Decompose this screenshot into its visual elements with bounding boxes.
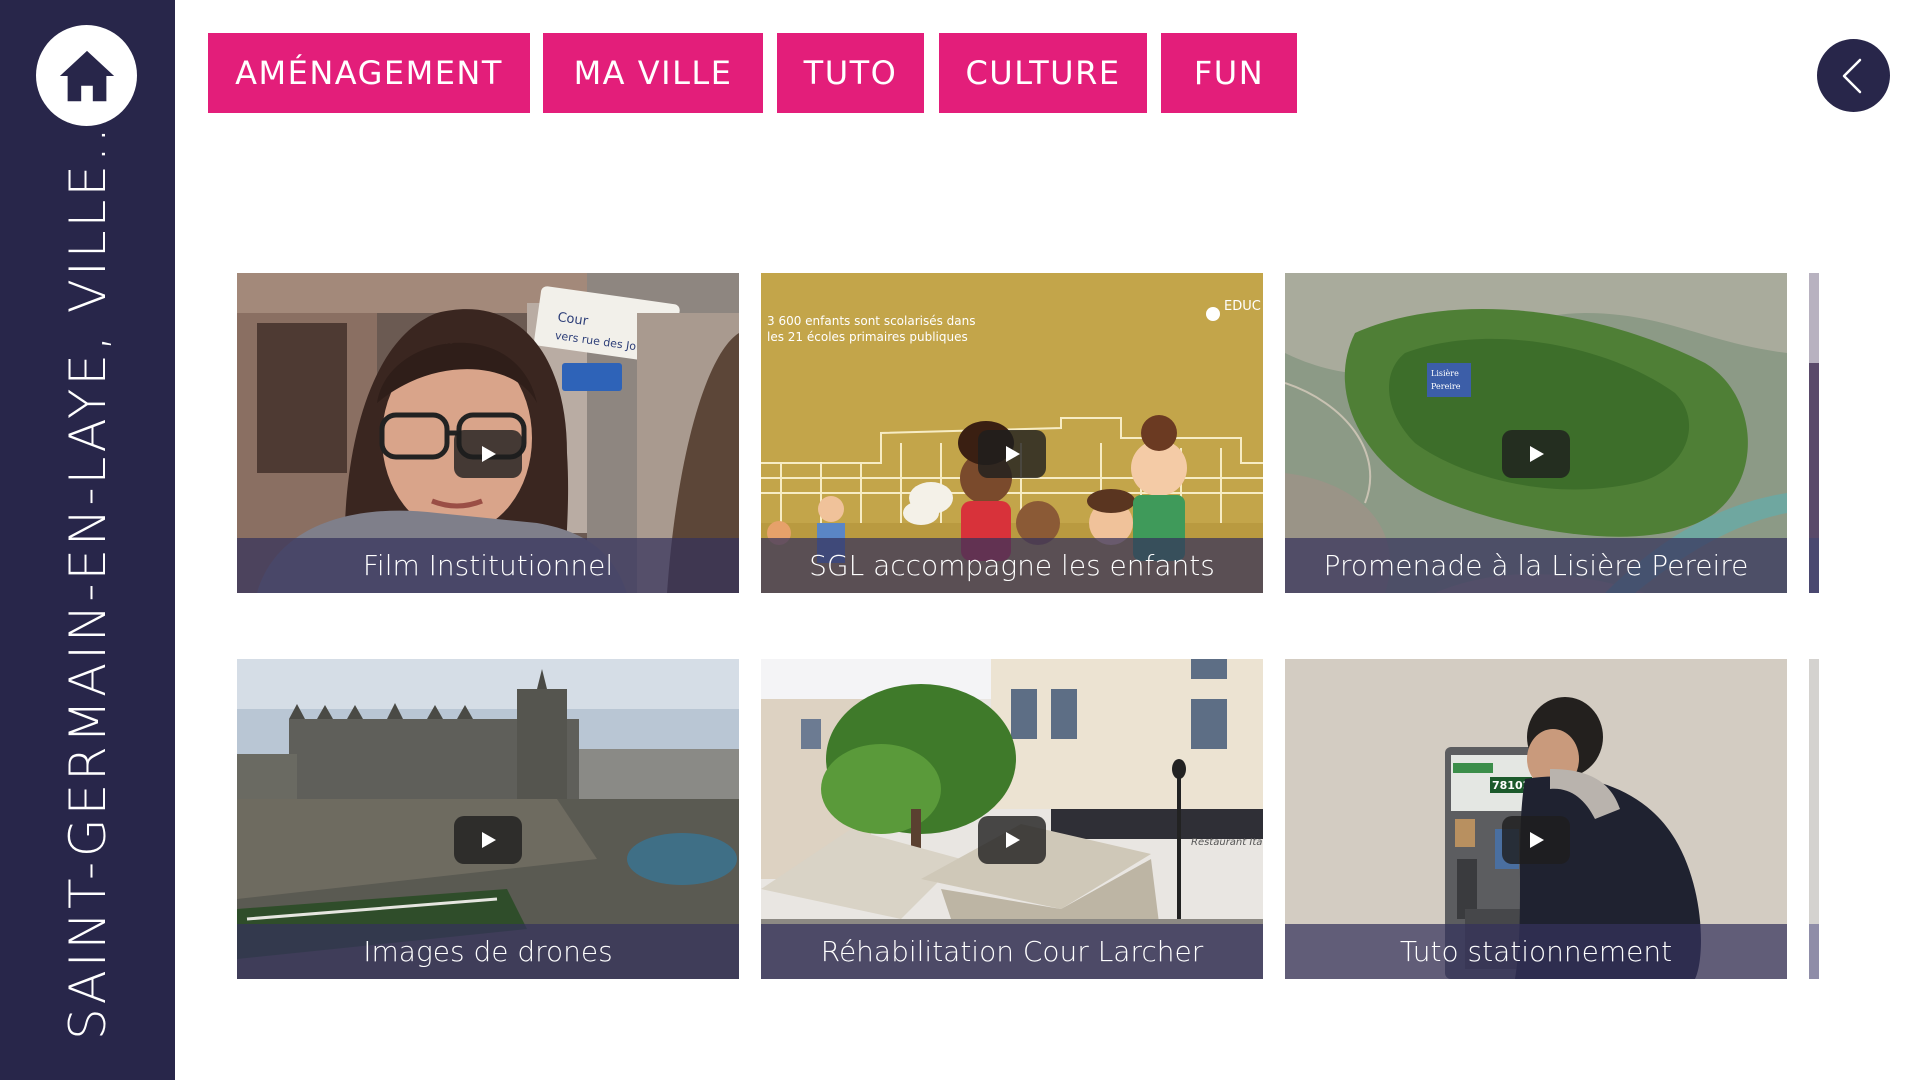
back-button[interactable] xyxy=(1817,39,1890,112)
sidebar-title: SAINT-GERMAIN-EN-LAYE, VILLE... xyxy=(59,105,117,1040)
tab-tuto[interactable]: TUTO xyxy=(777,33,924,113)
sidebar-title-container: SAINT-GERMAIN-EN-LAYE, VILLE... xyxy=(0,0,175,1080)
thumb-sign-text: Restaurant Ita xyxy=(1191,837,1262,848)
video-card[interactable]: Restaurant Ita Réhabilitation Cour Larch… xyxy=(761,659,1263,979)
next-card-peek[interactable] xyxy=(1809,273,1819,593)
thumb-infographic-text: 3 600 enfants sont scolarisés dans xyxy=(767,314,976,328)
play-icon xyxy=(1006,446,1020,462)
app-root: SAINT-GERMAIN-EN-LAYE, VILLE... AMÉNAGEM… xyxy=(0,0,1920,1080)
video-title: SGL accompagne les enfants xyxy=(761,538,1263,593)
play-button[interactable] xyxy=(1502,430,1570,478)
video-title: Réhabilitation Cour Larcher xyxy=(761,924,1263,979)
video-card[interactable]: Lisière Pereire Promenade à la Lisière P… xyxy=(1285,273,1787,593)
thumb-map-label: Pereire xyxy=(1431,382,1461,391)
tab-amenagement[interactable]: AMÉNAGEMENT xyxy=(208,33,530,113)
play-icon xyxy=(1530,446,1544,462)
play-button[interactable] xyxy=(978,430,1046,478)
play-button[interactable] xyxy=(454,430,522,478)
play-icon xyxy=(482,832,496,848)
thumb-map-label: Lisière xyxy=(1431,369,1459,378)
video-card[interactable]: Images de drones xyxy=(237,659,739,979)
tab-culture[interactable]: CULTURE xyxy=(939,33,1147,113)
video-card[interactable]: Cour vers rue des Jo Film Institutionnel xyxy=(237,273,739,593)
video-title: Tuto stationnement xyxy=(1285,924,1787,979)
next-card-peek[interactable] xyxy=(1809,659,1819,979)
play-button[interactable] xyxy=(1502,816,1570,864)
tab-ma-ville[interactable]: MA VILLE xyxy=(543,33,763,113)
video-title: Film Institutionnel xyxy=(237,538,739,593)
play-icon xyxy=(1006,832,1020,848)
play-icon xyxy=(482,446,496,462)
sidebar: SAINT-GERMAIN-EN-LAYE, VILLE... xyxy=(0,0,175,1080)
chevron-left-icon xyxy=(1842,58,1861,93)
video-title: Images de drones xyxy=(237,924,739,979)
video-card[interactable]: 3 600 enfants sont scolarisés dans les 2… xyxy=(761,273,1263,593)
thumb-corner-text: EDUC xyxy=(1224,299,1261,314)
video-title: Promenade à la Lisière Pereire xyxy=(1285,538,1787,593)
play-button[interactable] xyxy=(978,816,1046,864)
tab-fun[interactable]: FUN xyxy=(1161,33,1297,113)
play-button[interactable] xyxy=(454,816,522,864)
play-icon xyxy=(1530,832,1544,848)
video-card[interactable]: 78102 Tuto stationnement xyxy=(1285,659,1787,979)
thumb-infographic-text: les 21 écoles primaires publiques xyxy=(767,330,968,344)
